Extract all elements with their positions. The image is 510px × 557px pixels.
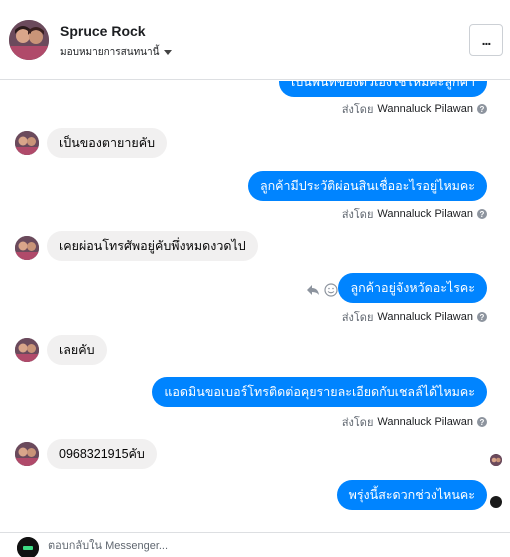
outgoing-message[interactable]: เป็นพันที่ของตัวเองใช่ไหมคะลูกค้า	[279, 81, 487, 97]
reply-composer	[0, 532, 510, 557]
contact-avatar[interactable]	[9, 20, 49, 60]
outgoing-message[interactable]: ลูกค้ามีประวัติผ่อนสินเชื่ออะไรอยู่ไหมคะ	[247, 171, 487, 201]
customer-avatar[interactable]	[15, 338, 39, 362]
incoming-message[interactable]: เคยผ่อนโทรศัพอยู่คับพึ่งหมดงวดไป	[47, 231, 258, 261]
question-circle-icon[interactable]: ?	[477, 312, 487, 322]
sent-by-line: ส่งโดย Wannaluck Pilawan ?	[342, 413, 487, 431]
page-avatar-icon	[490, 496, 502, 508]
question-circle-icon[interactable]: ?	[477, 104, 487, 114]
sent-by-prefix: ส่งโดย	[341, 104, 374, 116]
contact-name[interactable]: Spruce Rock	[60, 23, 146, 39]
incoming-message[interactable]: เลยคับ	[47, 335, 107, 365]
outgoing-message[interactable]: ลูกค้าอยู่จังหวัดอะไรคะ	[338, 273, 487, 303]
question-circle-icon[interactable]: ?	[477, 417, 487, 427]
outgoing-message[interactable]: พรุ่งนี้สะดวกช่วงไหนคะ	[336, 480, 487, 510]
incoming-message[interactable]: เป็นของตายายคับ	[47, 128, 168, 158]
caret-down-icon	[164, 50, 173, 55]
sent-by-name: Wannaluck Pilawan	[377, 416, 473, 428]
sent-by-prefix: ส่งโดย	[341, 209, 374, 221]
sent-by-prefix: ส่งโดย	[341, 312, 374, 324]
sent-by-line: ส่งโดย Wannaluck Pilawan ?	[342, 205, 487, 223]
smiley-icon[interactable]	[324, 283, 338, 301]
assign-conversation-dropdown[interactable]: มอบหมายการสนทนานี้	[60, 45, 173, 60]
sent-by-line: ส่งโดย Wannaluck Pilawan ?	[342, 308, 487, 326]
sent-by-name: Wannaluck Pilawan	[377, 208, 473, 220]
sent-by-line: ส่งโดย Wannaluck Pilawan ?	[342, 100, 487, 118]
customer-avatar[interactable]	[15, 131, 39, 155]
outgoing-message[interactable]: แอดมินขอเบอร์โทรติดต่อคุยรายละเอียดกับเช…	[152, 377, 487, 407]
page-avatar	[17, 537, 39, 557]
customer-avatar[interactable]	[15, 442, 39, 466]
sent-by-name: Wannaluck Pilawan	[377, 103, 473, 115]
question-circle-icon[interactable]: ?	[477, 209, 487, 219]
message-thread[interactable]: เป็นพันที่ของตัวเองใช่ไหมคะลูกค้า ส่งโดย…	[0, 81, 510, 517]
reply-icon[interactable]	[306, 283, 320, 301]
assign-label: มอบหมายการสนทนานี้	[60, 47, 160, 58]
incoming-message[interactable]: 0968321915คับ	[47, 439, 157, 469]
more-options-button[interactable]: ...	[469, 24, 503, 56]
sent-by-name: Wannaluck Pilawan	[377, 311, 473, 323]
conversation-header: Spruce Rock มอบหมายการสนทนานี้ ...	[0, 0, 510, 80]
customer-avatar[interactable]	[15, 236, 39, 260]
seen-avatar	[490, 454, 502, 466]
message-actions	[306, 283, 338, 301]
sent-by-prefix: ส่งโดย	[341, 417, 374, 429]
reply-input[interactable]	[48, 536, 488, 556]
